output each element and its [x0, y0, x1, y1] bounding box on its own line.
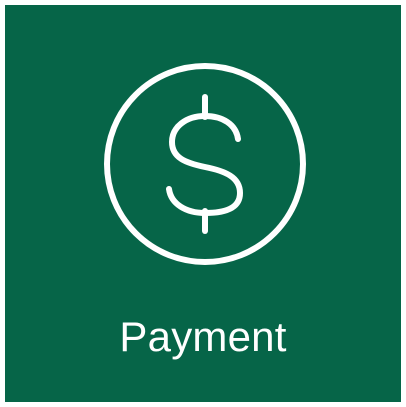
dollar-circle-icon [102, 61, 308, 267]
tile-label: Payment [119, 313, 287, 360]
payment-tile-button[interactable]: Payment [5, 5, 401, 402]
